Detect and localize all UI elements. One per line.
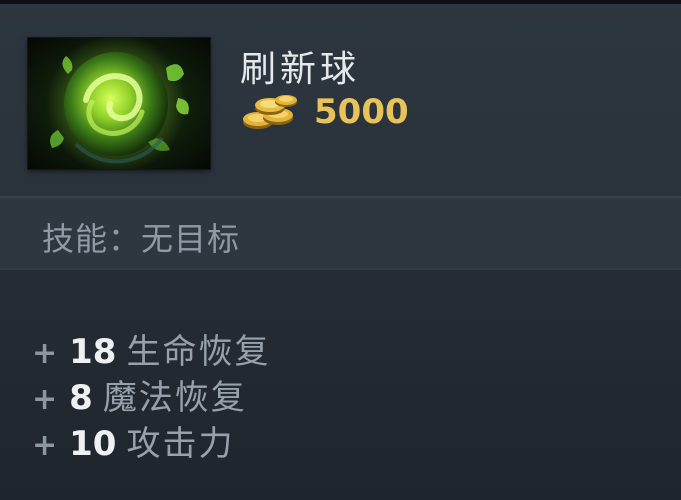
stat-row: + 8 魔法恢复 — [32, 370, 270, 418]
stat-row: + 18 生命恢复 — [32, 324, 271, 372]
stat-list: + 18 生命恢复 + 8 魔法恢复 + 10 攻击力 — [32, 324, 271, 464]
stat-value: 8 — [69, 378, 93, 418]
item-name: 刷新球 — [240, 49, 361, 90]
refresher-orb-icon — [28, 38, 210, 169]
stat-value: 10 — [69, 424, 117, 464]
tooltip-header: 刷新球 5000 — [0, 4, 681, 196]
gold-coins-icon — [243, 95, 297, 129]
ability-section: 技能：无目标 — [0, 198, 681, 268]
stat-label: 生命恢复 — [126, 332, 271, 372]
stat-label: 攻击力 — [126, 424, 235, 464]
stat-value: 18 — [69, 332, 117, 372]
item-cost: 5000 — [240, 90, 409, 134]
item-tooltip: 刷新球 5000 技能：无目标 + 18 生命恢复 + 8 魔法恢复 + 10 … — [0, 0, 681, 500]
stat-row: + 10 攻击力 — [32, 416, 270, 464]
plus-icon: + — [32, 428, 58, 463]
plus-icon: + — [32, 382, 58, 417]
stat-label: 魔法恢复 — [102, 378, 247, 418]
ability-target-type: 技能：无目标 — [42, 220, 241, 258]
ability-divider — [0, 268, 681, 270]
plus-icon: + — [32, 336, 58, 371]
cost-value: 5000 — [314, 92, 409, 132]
